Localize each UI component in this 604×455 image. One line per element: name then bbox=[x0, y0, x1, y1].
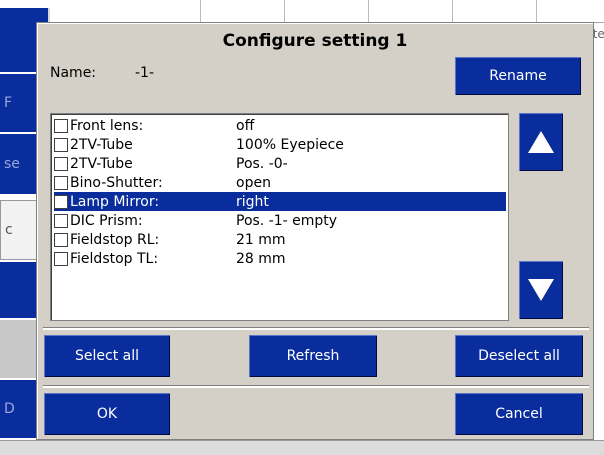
item-label: Fieldstop TL: bbox=[70, 250, 159, 267]
rename-button[interactable]: Rename bbox=[455, 57, 581, 95]
deselect-all-button[interactable]: Deselect all bbox=[455, 335, 583, 377]
list-item[interactable]: Bino-Shutter: open bbox=[54, 173, 506, 192]
separator bbox=[43, 385, 589, 388]
select-all-button[interactable]: Select all bbox=[44, 335, 170, 377]
background-header-strip bbox=[116, 0, 604, 23]
refresh-button[interactable]: Refresh bbox=[249, 335, 377, 377]
item-value: 100% Eyepiece bbox=[236, 136, 344, 153]
checkbox[interactable] bbox=[54, 118, 68, 133]
item-label: DIC Prism: bbox=[70, 212, 143, 229]
item-value: right bbox=[236, 193, 269, 210]
item-value: 21 mm bbox=[236, 231, 286, 248]
item-value: open bbox=[236, 174, 271, 191]
item-label: Fieldstop RL: bbox=[70, 231, 160, 248]
item-label: Front lens: bbox=[70, 117, 144, 134]
list-item[interactable]: Front lens: off bbox=[54, 116, 506, 135]
item-label: 2TV-Tube bbox=[70, 155, 133, 172]
down-arrow-icon bbox=[528, 279, 554, 301]
item-value: off bbox=[236, 117, 255, 134]
list-item[interactable]: DIC Prism: Pos. -1- empty bbox=[54, 211, 506, 230]
checkbox[interactable] bbox=[54, 251, 68, 266]
list-item[interactable]: 2TV-Tube 100% Eyepiece bbox=[54, 135, 506, 154]
item-value: 28 mm bbox=[236, 250, 286, 267]
name-label: Name: bbox=[50, 65, 97, 81]
checkbox[interactable] bbox=[54, 194, 68, 209]
checkbox[interactable] bbox=[54, 232, 68, 247]
scroll-down-button[interactable] bbox=[519, 261, 563, 319]
item-label: 2TV-Tube bbox=[70, 136, 133, 153]
scroll-up-button[interactable] bbox=[519, 113, 563, 171]
up-arrow-icon bbox=[528, 131, 554, 153]
configure-setting-dialog: Configure setting 1 Name: -1- Rename Fro… bbox=[36, 22, 594, 440]
background-status-strip bbox=[0, 440, 604, 455]
item-label: Lamp Mirror: bbox=[70, 193, 160, 210]
separator bbox=[43, 327, 589, 330]
item-value: Pos. -0- bbox=[236, 155, 288, 172]
item-label: Bino-Shutter: bbox=[70, 174, 163, 191]
list-item-selected[interactable]: Lamp Mirror: right bbox=[54, 192, 506, 211]
list-item[interactable]: Fieldstop TL: 28 mm bbox=[54, 249, 506, 268]
checkbox[interactable] bbox=[54, 137, 68, 152]
list-item[interactable]: Fieldstop RL: 21 mm bbox=[54, 230, 506, 249]
dialog-title: Configure setting 1 bbox=[222, 31, 408, 51]
item-value: Pos. -1- empty bbox=[236, 212, 338, 229]
checkbox[interactable] bbox=[54, 175, 68, 190]
settings-list[interactable]: Front lens: off 2TV-Tube 100% Eyepiece 2… bbox=[50, 113, 509, 321]
ok-button[interactable]: OK bbox=[44, 393, 170, 435]
cancel-button[interactable]: Cancel bbox=[455, 393, 583, 435]
list-item[interactable]: 2TV-Tube Pos. -0- bbox=[54, 154, 506, 173]
name-value: -1- bbox=[135, 65, 155, 81]
checkbox[interactable] bbox=[54, 213, 68, 228]
checkbox[interactable] bbox=[54, 156, 68, 171]
